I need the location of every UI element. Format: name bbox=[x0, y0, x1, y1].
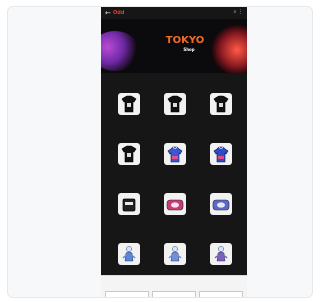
pillow-icon bbox=[166, 199, 184, 211]
cookie-reject-button[interactable] bbox=[152, 291, 196, 297]
hoodie-icon bbox=[167, 146, 183, 163]
cookie-settings-button[interactable] bbox=[105, 291, 149, 297]
product-thumbnail[interactable] bbox=[210, 143, 232, 165]
screenshot-frame: ← Odd ⌕ ⋮ TOKYO Shop bbox=[7, 6, 313, 298]
product-card[interactable] bbox=[156, 93, 194, 137]
banner-decoration-right bbox=[211, 25, 247, 73]
product-thumbnail[interactable] bbox=[118, 243, 140, 265]
product-card[interactable] bbox=[202, 93, 240, 137]
product-thumbnail[interactable] bbox=[118, 193, 140, 215]
tshirt-icon bbox=[213, 95, 229, 113]
cookie-buttons bbox=[105, 291, 243, 297]
tshirt-icon bbox=[121, 95, 137, 113]
tshirt-icon bbox=[167, 95, 183, 113]
banner-subtitle: Shop bbox=[183, 47, 195, 52]
figure-icon bbox=[122, 246, 136, 262]
top-bar: ← Odd ⌕ ⋮ bbox=[101, 7, 247, 19]
product-thumbnail[interactable] bbox=[210, 93, 232, 115]
box-icon bbox=[122, 198, 136, 212]
product-card[interactable] bbox=[202, 143, 240, 187]
product-grid bbox=[110, 93, 240, 269]
brand-logo[interactable]: Odd bbox=[113, 10, 124, 16]
product-thumbnail[interactable] bbox=[210, 193, 232, 215]
figure-icon bbox=[214, 246, 228, 262]
product-card[interactable] bbox=[110, 193, 148, 237]
product-card[interactable] bbox=[202, 193, 240, 237]
product-thumbnail[interactable] bbox=[164, 193, 186, 215]
product-card[interactable] bbox=[156, 143, 194, 187]
tshirt-icon bbox=[121, 145, 137, 163]
product-thumbnail[interactable] bbox=[164, 243, 186, 265]
product-card[interactable] bbox=[110, 93, 148, 137]
product-thumbnail[interactable] bbox=[118, 143, 140, 165]
top-actions[interactable]: ⌕ ⋮ bbox=[234, 9, 243, 15]
pillow-icon bbox=[212, 199, 230, 211]
phone-screen: ← Odd ⌕ ⋮ TOKYO Shop bbox=[101, 7, 247, 297]
product-card[interactable] bbox=[110, 143, 148, 187]
product-thumbnail[interactable] bbox=[118, 93, 140, 115]
cookie-accept-button[interactable] bbox=[199, 291, 243, 297]
product-card[interactable] bbox=[156, 193, 194, 237]
product-thumbnail[interactable] bbox=[164, 143, 186, 165]
product-thumbnail[interactable] bbox=[210, 243, 232, 265]
hero-banner: TOKYO Shop bbox=[101, 19, 247, 73]
cookie-banner bbox=[101, 275, 247, 297]
product-thumbnail[interactable] bbox=[164, 93, 186, 115]
banner-decoration-left bbox=[101, 31, 139, 71]
back-arrow-icon[interactable]: ← bbox=[105, 9, 113, 17]
banner-title: TOKYO bbox=[165, 35, 205, 46]
hoodie-icon bbox=[213, 146, 229, 163]
figure-icon bbox=[168, 246, 182, 262]
